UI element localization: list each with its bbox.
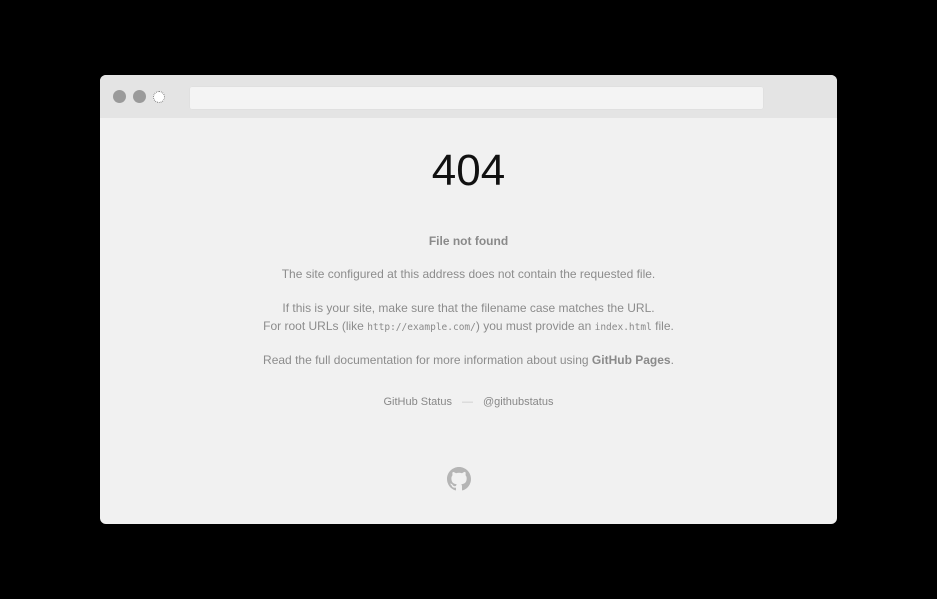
- documentation-hint-suffix: .: [670, 353, 674, 367]
- browser-window: 404 File not found The site configured a…: [100, 75, 837, 524]
- error-page: 404 File not found The site configured a…: [100, 118, 837, 524]
- close-window-button[interactable]: [113, 90, 126, 103]
- documentation-hint: Read the full documentation for more inf…: [100, 351, 837, 369]
- error-code: 404: [431, 146, 506, 195]
- title-bar: [100, 75, 837, 118]
- githubstatus-twitter-link[interactable]: @githubstatus: [483, 396, 554, 408]
- example-url-code: http://example.com/: [367, 322, 476, 333]
- root-url-hint: For root URLs (like http://example.com/)…: [100, 317, 837, 337]
- minimize-window-button[interactable]: [133, 90, 146, 103]
- root-url-hint-suffix: file.: [651, 319, 674, 333]
- root-url-hint-prefix: For root URLs (like: [263, 319, 368, 333]
- footer-links: GitHub Status — @githubstatus: [100, 394, 837, 410]
- index-file-code: index.html: [594, 322, 652, 333]
- filename-case-hint: If this is your site, make sure that the…: [282, 301, 655, 315]
- maximize-window-button[interactable]: [153, 91, 165, 103]
- footer-separator: —: [461, 396, 473, 408]
- github-status-link[interactable]: GitHub Status: [384, 396, 452, 408]
- github-octocat-svg: [447, 467, 471, 491]
- documentation-hint-prefix: Read the full documentation for more inf…: [263, 353, 592, 367]
- error-description: The site configured at this address does…: [281, 267, 656, 281]
- github-octocat-icon[interactable]: [447, 467, 471, 491]
- root-url-hint-middle: ) you must provide an: [475, 319, 595, 333]
- error-title: File not found: [428, 234, 509, 248]
- address-bar[interactable]: [189, 86, 764, 110]
- github-pages-link[interactable]: GitHub Pages: [592, 353, 671, 367]
